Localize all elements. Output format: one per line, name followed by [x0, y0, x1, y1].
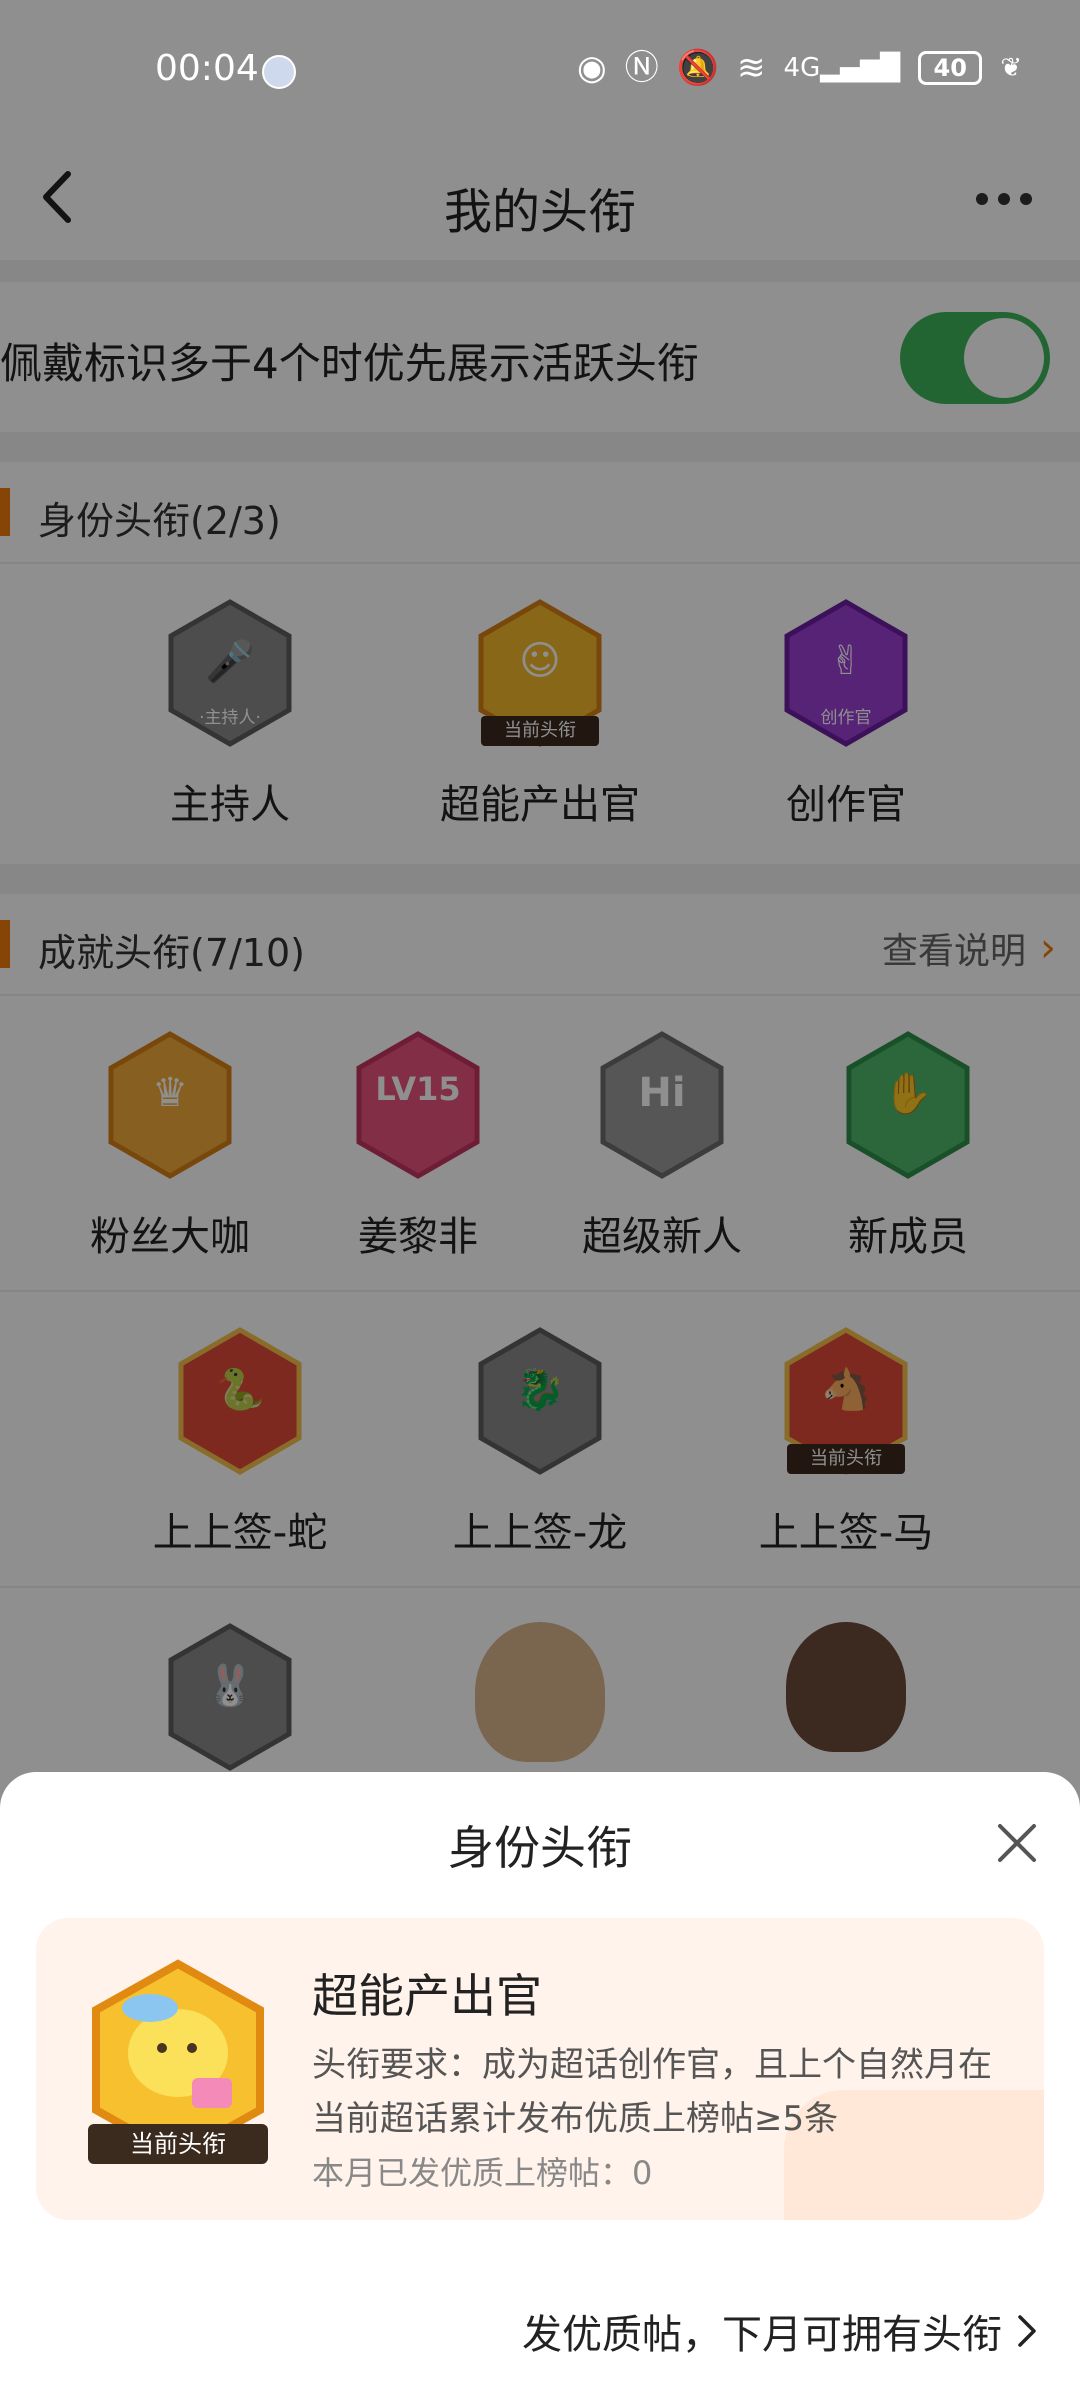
mute-icon: 🔕 [676, 48, 720, 88]
battery-icon: 40 [918, 51, 983, 85]
nfc-icon: Ⓝ [624, 48, 659, 88]
leaf-icon: ❦ [1000, 53, 1022, 83]
signal-icon: 4G▂▄▆█ [783, 53, 901, 83]
cta-label: 发优质帖，下月可拥有头衔 [522, 2312, 1002, 2358]
current-title-ribbon: 当前头衔 [88, 2124, 268, 2164]
monthly-post-count: 本月已发优质上榜帖：0 [312, 2154, 653, 2192]
eye-icon: ◉ [577, 48, 607, 88]
sheet-title: 身份头衔 [448, 1821, 632, 1875]
requirement-text: 头衔要求：成为超话创作官，且上个自然月在当前超话累计发布优质上榜帖≥5条 [312, 2045, 992, 2139]
notification-avatar-icon [262, 55, 296, 89]
status-icons: ◉ Ⓝ 🔕 ≋ 4G▂▄▆█ 40 ❦ [577, 48, 1022, 88]
post-quality-link[interactable]: 发优质帖，下月可拥有头衔 [522, 2302, 1040, 2360]
chevron-right-icon [1018, 2315, 1036, 2347]
super-producer-badge: 当前头衔 [88, 1958, 268, 2168]
card-title: 超能产出官 [312, 1969, 542, 2023]
clock: 00:04 [155, 48, 259, 89]
wifi-icon: ≋ [737, 48, 766, 88]
close-button[interactable] [992, 1818, 1042, 1868]
status-bar: 00:04 ◉ Ⓝ 🔕 ≋ 4G▂▄▆█ 40 ❦ [0, 0, 1080, 140]
close-icon [998, 1824, 1036, 1862]
title-requirement-card: 当前头衔 超能产出官 头衔要求：成为超话创作官，且上个自然月在当前超话累计发布优… [36, 1918, 1044, 2220]
title-detail-sheet: 身份头衔 当前头衔 超能产出官 头衔要求：成为超话创作官，且上个自然月在当前超话… [0, 1772, 1080, 2400]
